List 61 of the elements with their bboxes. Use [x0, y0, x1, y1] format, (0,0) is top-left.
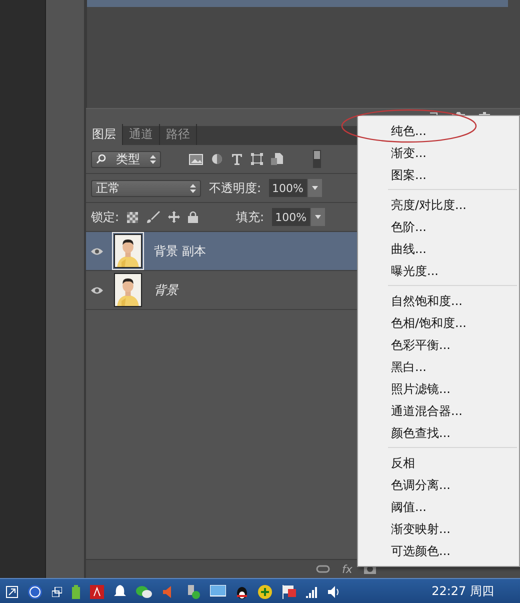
fill-field[interactable]: 100% [272, 208, 310, 226]
menu-item[interactable]: 渐变... [358, 142, 519, 164]
move-icon[interactable] [168, 211, 180, 223]
panel-tab[interactable]: 图层 [86, 124, 123, 145]
eye-icon[interactable] [90, 246, 104, 256]
plus-icon[interactable] [258, 584, 272, 598]
menu-item[interactable]: 渐变映射... [358, 518, 519, 540]
menu-item[interactable]: 纯色... [358, 120, 519, 142]
shape-icon[interactable] [251, 153, 263, 165]
half-circle-icon[interactable] [211, 153, 223, 165]
smart-object-icon[interactable] [271, 153, 283, 165]
menu-item[interactable]: 阈值... [358, 496, 519, 518]
caret-icon [312, 186, 318, 190]
layer-name: 背景 副本 [154, 242, 206, 260]
brush-icon[interactable] [146, 211, 160, 223]
chat-icon[interactable] [136, 584, 152, 598]
menu-item[interactable]: 色调分离... [358, 474, 519, 496]
lock-label: 锁定: [91, 208, 120, 226]
windows-icon[interactable] [52, 586, 62, 596]
fx-button[interactable]: fx [342, 562, 352, 576]
signal-icon[interactable] [306, 586, 318, 598]
clock[interactable]: 22:27 周四 [432, 583, 494, 600]
arrow-icon[interactable] [6, 586, 18, 598]
penguin-icon[interactable] [236, 584, 248, 598]
menu-item[interactable]: 图案... [358, 164, 519, 186]
volume-icon[interactable] [328, 586, 340, 598]
dropdown-button[interactable] [308, 179, 322, 197]
toggle-switch[interactable] [313, 150, 321, 168]
flag-icon[interactable] [282, 584, 296, 598]
dropdown-button[interactable] [310, 208, 325, 226]
opacity-label: 不透明度: [209, 180, 262, 196]
menu-item[interactable]: 照片滤镜... [358, 378, 519, 400]
filter-dropdown[interactable]: 类型 [91, 150, 161, 168]
menu-item[interactable]: 曲线... [358, 238, 519, 260]
search-icon [96, 154, 106, 164]
menu-item[interactable]: 自然饱和度... [358, 290, 519, 312]
blend-mode-dropdown[interactable]: 正常 [91, 180, 201, 196]
layer-name: 背景 [154, 282, 178, 298]
opacity-field[interactable]: 100% [269, 179, 306, 197]
menu-item[interactable]: 色彩平衡... [358, 334, 519, 356]
type-icon[interactable] [231, 153, 243, 165]
menu-item[interactable]: 颜色查找... [358, 422, 519, 444]
monitor-icon[interactable] [210, 584, 226, 598]
fill-label: 填充: [236, 208, 264, 226]
battery-icon[interactable] [72, 584, 80, 598]
eye-icon[interactable] [90, 286, 104, 294]
menu-item[interactable]: 通道混合器... [358, 400, 519, 422]
image-icon[interactable] [189, 154, 203, 164]
link-icon[interactable] [316, 565, 330, 573]
menu-item[interactable]: 亮度/对比度... [358, 194, 519, 216]
up-down-arrow-icon [190, 184, 196, 192]
bell-icon[interactable] [114, 584, 126, 598]
app-icon[interactable] [90, 584, 104, 598]
menu-item[interactable]: 黑白... [358, 356, 519, 378]
menu-item[interactable]: 色相/饱和度... [358, 312, 519, 334]
lock-icon[interactable] [188, 211, 198, 223]
caret-icon [314, 215, 321, 219]
menu-item[interactable]: 反相 [358, 452, 519, 474]
up-down-arrow-icon [150, 154, 156, 164]
checker-icon[interactable] [127, 212, 138, 222]
menu-item[interactable]: 可选颜色... [358, 540, 519, 562]
